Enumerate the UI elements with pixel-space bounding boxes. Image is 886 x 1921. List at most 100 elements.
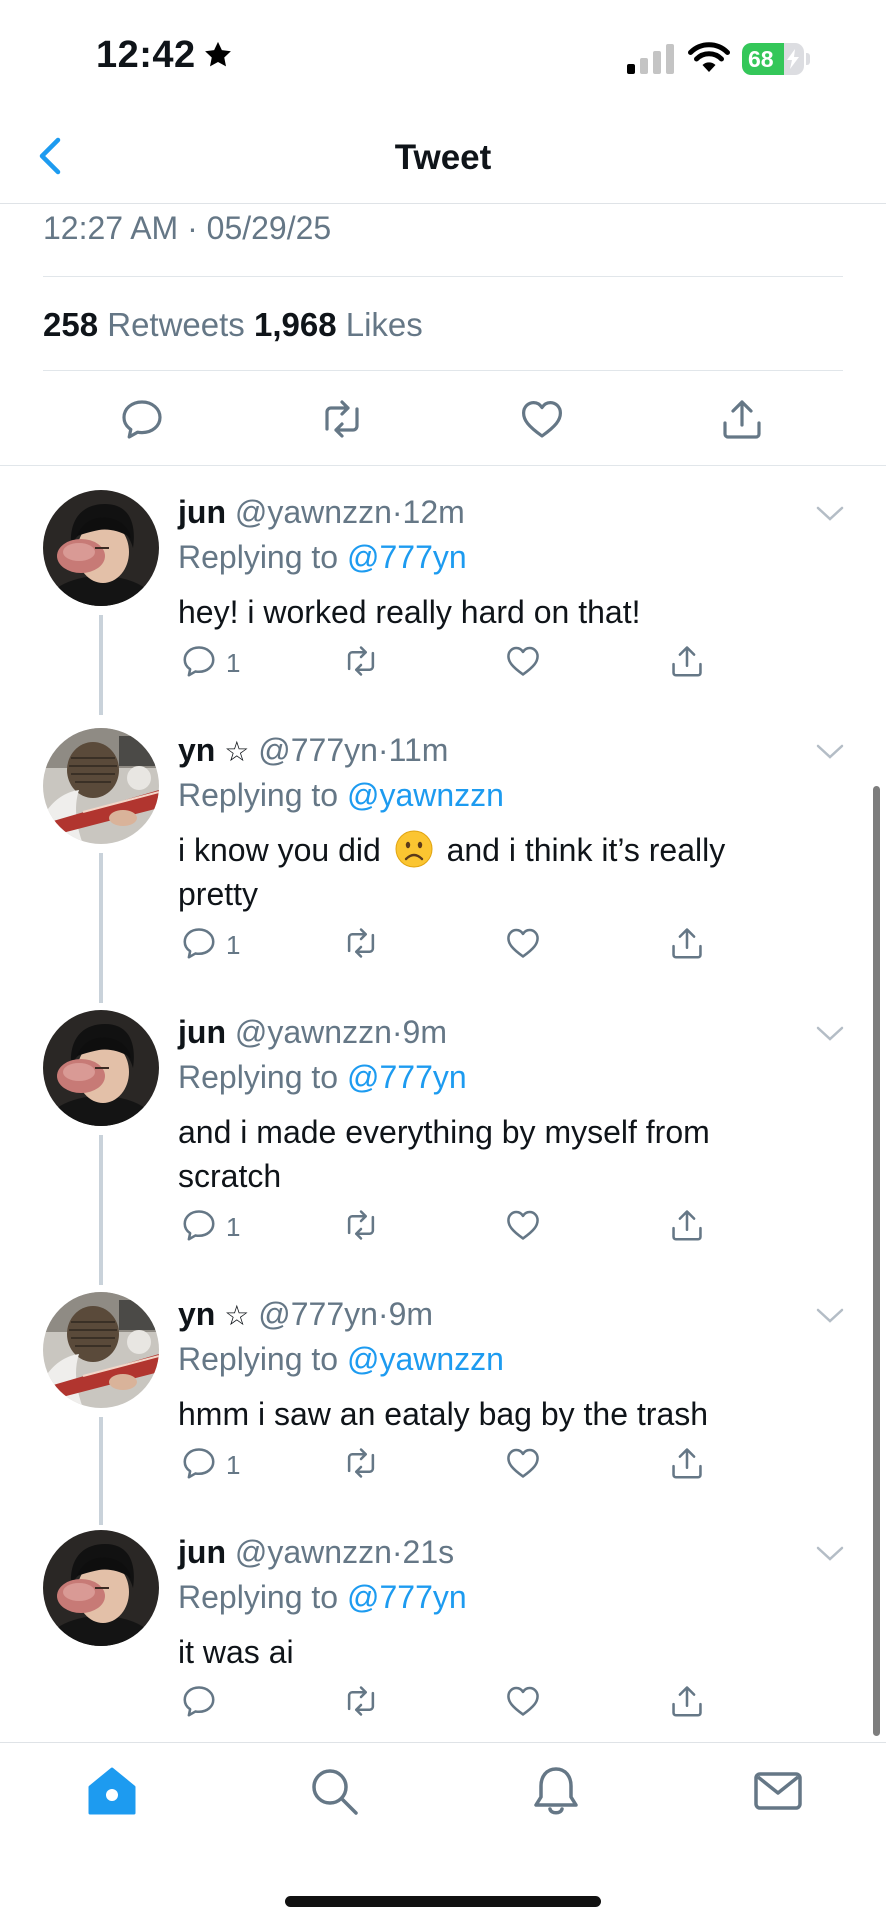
like-button[interactable] [504, 1444, 542, 1484]
retweet-button[interactable] [342, 1682, 380, 1722]
share-icon[interactable] [718, 395, 766, 443]
divider [43, 276, 843, 277]
messages-mail-icon[interactable] [750, 1763, 806, 1819]
reply-count: 1 [226, 930, 241, 960]
retweet-icon[interactable] [318, 395, 366, 443]
share-button[interactable] [668, 1444, 706, 1484]
avatar[interactable] [43, 1530, 159, 1646]
reply-actions [178, 1682, 738, 1726]
share-button[interactable] [668, 1206, 706, 1246]
reply-button[interactable]: 1 [180, 642, 240, 682]
chevron-down-icon[interactable] [815, 742, 845, 762]
reply-button[interactable] [180, 1682, 218, 1722]
reply-author-handle[interactable]: @777yn [258, 732, 378, 768]
like-icon [504, 1682, 542, 1720]
reply-text: i know you did and i think it’s really p… [178, 828, 798, 916]
like-button[interactable] [504, 1682, 542, 1722]
retweet-count[interactable]: 258 [43, 306, 98, 343]
chevron-down-icon[interactable] [815, 1306, 845, 1326]
home-icon[interactable] [84, 1763, 140, 1819]
reply-count: 1 [226, 1450, 241, 1480]
like-icon [504, 924, 542, 962]
reply-icon [180, 1444, 218, 1482]
like-button[interactable] [504, 1206, 542, 1246]
reply-author-name[interactable]: jun [178, 494, 226, 530]
like-label[interactable]: Likes [346, 306, 423, 343]
scrollbar[interactable] [873, 786, 880, 1736]
reply-header: jun @yawnzzn·21s [178, 1534, 454, 1571]
replying-to-mention[interactable]: @yawnzzn [347, 777, 504, 813]
reply-author-handle[interactable]: @777yn [258, 1296, 378, 1332]
tab-bar [0, 1742, 886, 1921]
like-button[interactable] [504, 642, 542, 682]
reply-author-name[interactable]: yn [178, 732, 215, 768]
reply-author-handle[interactable]: @yawnzzn [235, 1014, 392, 1050]
avatar[interactable] [43, 490, 159, 606]
replying-to-mention[interactable]: @777yn [347, 539, 467, 575]
reply-text-part: i know you did [178, 832, 381, 868]
replying-to-label: Replying to [178, 1341, 339, 1377]
replying-to-mention[interactable]: @777yn [347, 1059, 467, 1095]
page-title: Tweet [394, 138, 492, 177]
like-icon[interactable] [518, 395, 566, 443]
chevron-down-icon[interactable] [815, 1024, 845, 1044]
reply-icon[interactable] [118, 395, 166, 443]
reply-button[interactable]: 1 [180, 1444, 240, 1484]
retweet-icon [342, 642, 380, 680]
reply-author-name[interactable]: jun [178, 1014, 226, 1050]
chevron-down-icon[interactable] [815, 504, 845, 524]
reply-text: hey! i worked really hard on that! [178, 594, 641, 630]
reply-button[interactable]: 1 [180, 924, 240, 964]
share-button[interactable] [668, 1682, 706, 1722]
chevron-down-icon[interactable] [815, 1544, 845, 1564]
reply-icon [180, 642, 218, 680]
reply-header: jun @yawnzzn·12m [178, 494, 465, 531]
thread-line [99, 853, 103, 1003]
reply-time: 11m [388, 732, 449, 768]
share-button[interactable] [668, 642, 706, 682]
avatar[interactable] [43, 1292, 159, 1408]
tweet-actions [0, 385, 886, 465]
reply-text: and i made everything by myself from scr… [178, 1114, 710, 1194]
status-bar: 12:42 68 [0, 0, 886, 110]
replying-to-mention[interactable]: @777yn [347, 1579, 467, 1615]
retweet-label[interactable]: Retweets [107, 306, 245, 343]
reply-author-handle[interactable]: @yawnzzn [235, 494, 392, 530]
thread-line [99, 615, 103, 715]
like-count[interactable]: 1,968 [254, 306, 337, 343]
reply-author-name[interactable]: jun [178, 1534, 226, 1570]
reply-icon [180, 1682, 218, 1720]
reply-text: it was ai [178, 1634, 294, 1670]
replying-to-label: Replying to [178, 1059, 339, 1095]
avatar[interactable] [43, 728, 159, 844]
notifications-bell-icon[interactable] [528, 1763, 584, 1819]
reply-text: hmm i saw an eataly bag by the trash [178, 1396, 709, 1432]
search-icon[interactable] [306, 1763, 362, 1819]
like-button[interactable] [504, 924, 542, 964]
reply-author-name[interactable]: yn [178, 1296, 215, 1332]
reply-time: 9m [402, 1014, 447, 1050]
reply-actions: 1 [178, 1444, 738, 1488]
battery-indicator: 68 [742, 43, 804, 75]
retweet-button[interactable] [342, 642, 380, 682]
reply-author-handle[interactable]: @yawnzzn [235, 1534, 392, 1570]
cellular-signal-icon [627, 44, 674, 74]
battery-percent: 68 [748, 46, 774, 72]
replying-to: Replying to @777yn [178, 1059, 467, 1096]
reply-button[interactable]: 1 [180, 1206, 240, 1246]
reply-actions: 1 [178, 1206, 738, 1250]
thread-line [99, 1135, 103, 1285]
replying-to-mention[interactable]: @yawnzzn [347, 1341, 504, 1377]
retweet-button[interactable] [342, 1444, 380, 1484]
reply-header: jun @yawnzzn·9m [178, 1014, 447, 1051]
share-button[interactable] [668, 924, 706, 964]
retweet-icon [342, 1444, 380, 1482]
avatar[interactable] [43, 1010, 159, 1126]
replying-to: Replying to @yawnzzn [178, 777, 504, 814]
share-icon [668, 1444, 706, 1482]
retweet-button[interactable] [342, 1206, 380, 1246]
reply-icon [180, 1206, 218, 1244]
divider [43, 370, 843, 371]
replying-to: Replying to @yawnzzn [178, 1341, 504, 1378]
retweet-button[interactable] [342, 924, 380, 964]
